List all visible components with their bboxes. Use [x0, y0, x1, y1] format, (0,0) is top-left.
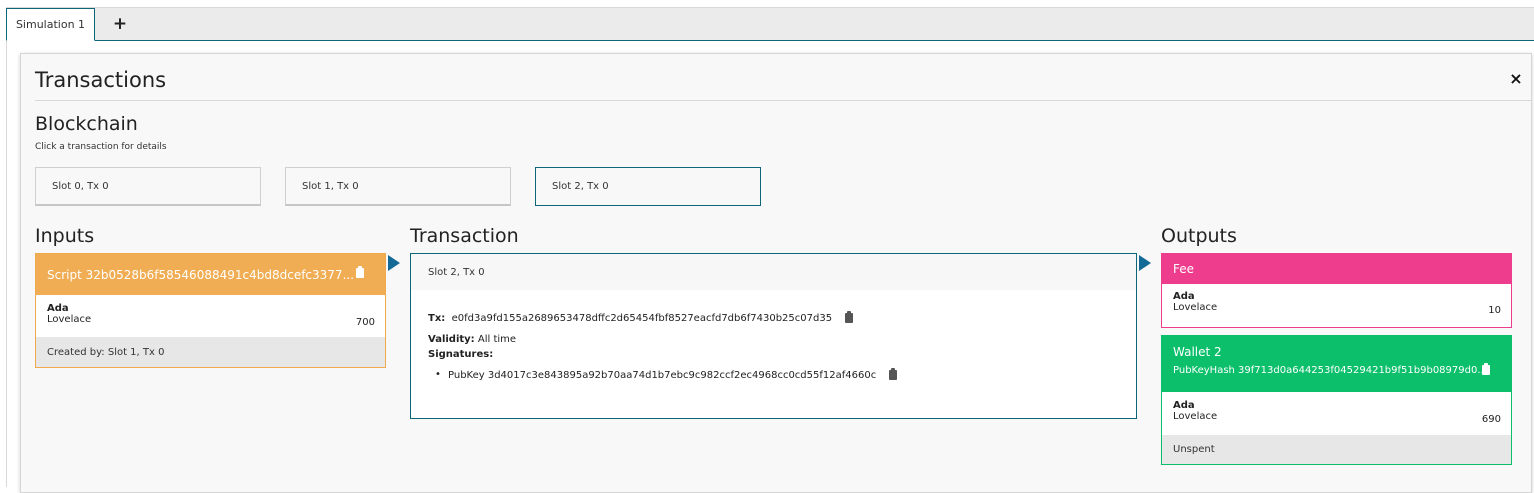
signatures-heading: Signatures: — [428, 349, 493, 360]
wallet-pubkeyhash: PubKeyHash 39f713d0a644253f04529421b9f51… — [1173, 365, 1487, 376]
clipboard-icon[interactable] — [844, 311, 853, 323]
blockchain-heading: Blockchain — [35, 113, 138, 135]
wallet-status: Unspent — [1162, 435, 1511, 464]
transaction-card: Slot 2, Tx 0 Tx: e0fd3a9fd155a2689653478… — [410, 253, 1137, 419]
clipboard-icon[interactable] — [1482, 363, 1490, 375]
signature-pubkey: PubKey 3d4017c3e843895a92b70aa74d1b7ebc9… — [448, 370, 877, 381]
fee-body: Ada Lovelace 10 — [1162, 284, 1511, 326]
currency-label: Ada — [47, 303, 69, 314]
input-card-header: Script 32b0528b6f58546088491c4bd8dcefc33… — [36, 254, 385, 295]
add-tab-button[interactable]: + — [106, 8, 134, 40]
slot-button-2[interactable]: Slot 2, Tx 0 — [535, 167, 761, 206]
panel-title: Transactions — [35, 68, 167, 92]
inputs-heading: Inputs — [35, 225, 95, 247]
token-label: Lovelace — [1173, 302, 1218, 313]
amount-value: 690 — [1481, 414, 1501, 425]
divider — [35, 100, 1531, 101]
currency-label: Ada — [1173, 291, 1195, 302]
slot-button-0[interactable]: Slot 0, Tx 0 — [35, 167, 261, 206]
amount-value: 10 — [1488, 305, 1501, 316]
amount-value: 700 — [355, 317, 375, 328]
token-label: Lovelace — [47, 314, 92, 325]
fee-header: Fee — [1162, 254, 1511, 284]
wallet-header: Wallet 2 PubKeyHash 39f713d0a644253f0452… — [1162, 336, 1511, 392]
close-icon[interactable]: × — [1509, 71, 1523, 87]
output-wallet-card: Wallet 2 PubKeyHash 39f713d0a644253f0452… — [1161, 335, 1512, 465]
outputs-heading: Outputs — [1161, 225, 1237, 247]
tx-hash-row: Tx: e0fd3a9fd155a2689653478dffc2d65454fb… — [428, 311, 853, 324]
tab-strip: Simulation 1 + — [6, 7, 1534, 41]
arrow-right-icon — [1139, 255, 1151, 271]
tx-label: Tx: — [428, 313, 446, 324]
arrow-right-icon — [388, 255, 400, 271]
transaction-card-header: Slot 2, Tx 0 — [411, 254, 1136, 290]
wallet-name: Wallet 2 — [1173, 345, 1222, 359]
input-card-body: Ada Lovelace 700 — [36, 295, 385, 337]
clipboard-icon[interactable] — [888, 368, 897, 380]
clipboard-icon[interactable] — [356, 266, 364, 278]
validity-label: Validity: — [428, 334, 475, 345]
signature-item: PubKey 3d4017c3e843895a92b70aa74d1b7ebc9… — [435, 368, 897, 381]
blockchain-hint: Click a transaction for details — [35, 142, 167, 152]
slot-button-1[interactable]: Slot 1, Tx 0 — [285, 167, 511, 206]
token-label: Lovelace — [1173, 411, 1218, 422]
wallet-body: Ada Lovelace 690 — [1162, 392, 1511, 434]
signatures-label: Signatures: — [428, 349, 494, 360]
validity-row: Validity: All time — [428, 334, 516, 345]
tab-simulation-1[interactable]: Simulation 1 — [6, 8, 95, 41]
transaction-heading: Transaction — [410, 225, 519, 247]
tx-hash: e0fd3a9fd155a2689653478dffc2d65454fbf852… — [451, 313, 833, 324]
validity-value: All time — [477, 334, 517, 345]
currency-label: Ada — [1173, 400, 1195, 411]
input-script-label: Script 32b0528b6f58546088491c4bd8dcefc33… — [47, 267, 355, 282]
input-created-by[interactable]: Created by: Slot 1, Tx 0 — [36, 337, 385, 367]
output-fee-card: Fee Ada Lovelace 10 — [1161, 253, 1512, 328]
content-area: Transactions × Blockchain Click a transa… — [6, 41, 1534, 493]
transactions-panel: Transactions × Blockchain Click a transa… — [20, 53, 1532, 493]
input-card: Script 32b0528b6f58546088491c4bd8dcefc33… — [35, 253, 386, 368]
